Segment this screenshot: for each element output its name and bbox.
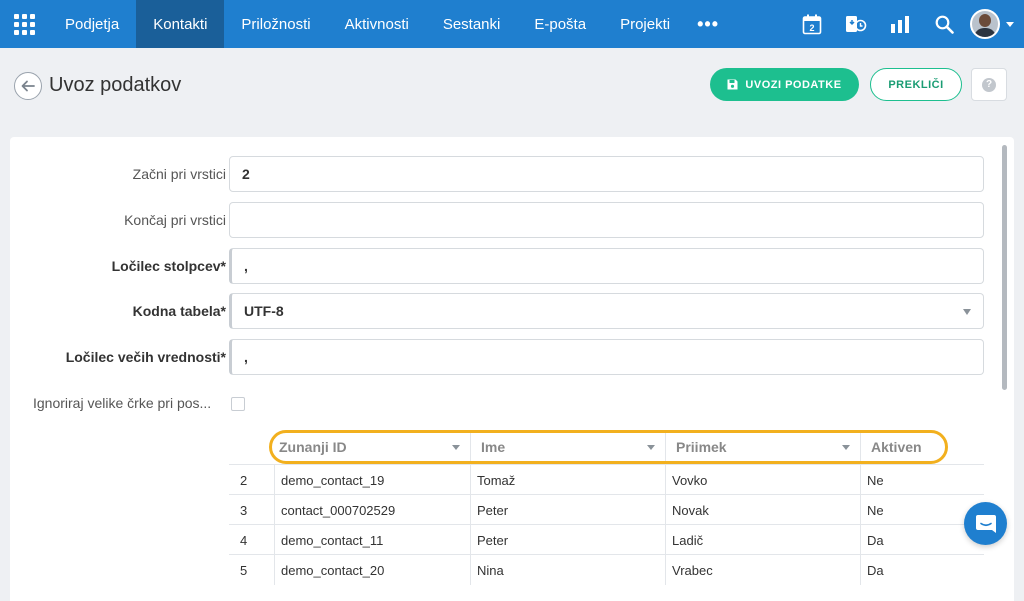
sync-icon (846, 16, 867, 32)
nav-item-priloznosti[interactable]: Priložnosti (224, 0, 327, 48)
column-header-priimek[interactable]: Priimek (666, 430, 861, 464)
import-data-button[interactable]: UVOZI PODATKE (710, 68, 859, 101)
nav-item-sestanki[interactable]: Sestanki (426, 0, 518, 48)
column-header-aktiven[interactable]: Aktiven (861, 430, 948, 464)
apps-grid-icon (13, 13, 35, 35)
nav-item-aktivnosti[interactable]: Aktivnosti (328, 0, 426, 48)
column-header-external-id[interactable]: Zunanji ID (269, 430, 471, 464)
encoding-select[interactable]: UTF-8 (229, 293, 984, 329)
page-title: Uvoz podatkov (49, 74, 182, 96)
cell-external-id: demo_contact_20 (275, 555, 471, 585)
column-header-ime[interactable]: Ime (471, 430, 666, 464)
calendar-day: 2 (809, 23, 814, 33)
chevron-down-icon (842, 445, 850, 450)
cancel-button[interactable]: PREKLIČI (870, 68, 962, 101)
table-row: 2 demo_contact_19 Tomaž Vovko Ne (229, 464, 984, 495)
cell-ime: Nina (471, 555, 666, 585)
cell-external-id: demo_contact_19 (275, 465, 471, 495)
cell-priimek: Novak (666, 495, 861, 525)
page-header: Uvoz podatkov UVOZI PODATKE PREKLIČI ? (0, 48, 1024, 121)
save-icon (727, 79, 738, 90)
calendar-icon: 2 (802, 14, 822, 34)
user-menu[interactable] (966, 0, 1024, 48)
nav-more-button[interactable]: ••• (687, 0, 731, 48)
help-icon: ? (982, 77, 996, 92)
cell-ime: Peter (471, 525, 666, 555)
column-header-label: Aktiven (871, 439, 922, 455)
column-header-label: Priimek (676, 439, 727, 455)
chevron-down-icon (452, 445, 460, 450)
encoding-field-row: Kodna tabela* UTF-8 (10, 293, 1000, 329)
reports-button[interactable] (878, 0, 922, 48)
table-header: Zunanji ID Ime Priimek Aktiven (229, 430, 984, 464)
end-row-field-row: Končaj pri vrstici (10, 202, 1000, 238)
preview-table: Zunanji ID Ime Priimek Aktiven 2 demo_co… (229, 430, 984, 585)
start-row-field-row: Začni pri vrstici 2 (10, 156, 1000, 192)
sync-button[interactable] (834, 0, 878, 48)
encoding-label: Kodna tabela* (132, 303, 226, 319)
back-button[interactable] (14, 72, 42, 100)
chevron-down-icon (963, 309, 971, 315)
import-data-label: UVOZI PODATKE (745, 78, 842, 91)
encoding-value: UTF-8 (244, 303, 284, 319)
ignore-case-label: Ignoriraj velike črke pri pos... (33, 395, 212, 411)
start-row-label: Začni pri vrstici (132, 166, 226, 182)
help-button[interactable]: ? (971, 68, 1007, 101)
multi-value-separator-input[interactable]: , (229, 339, 984, 375)
cell-priimek: Ladič (666, 525, 861, 555)
row-number: 5 (229, 555, 275, 585)
column-separator-label: Ločilec stolpcev* (111, 258, 226, 274)
apps-grid-button[interactable] (0, 0, 48, 48)
calendar-button[interactable]: 2 (790, 0, 834, 48)
end-row-input[interactable] (229, 202, 984, 238)
bar-chart-icon (891, 16, 909, 33)
column-header-label: Zunanji ID (279, 439, 347, 455)
column-header-label: Ime (481, 439, 506, 455)
search-icon (935, 15, 954, 34)
cell-external-id: demo_contact_11 (275, 525, 471, 555)
column-separator-field-row: Ločilec stolpcev* , (10, 248, 1000, 284)
nav-item-podjetja[interactable]: Podjetja (48, 0, 136, 48)
arrow-left-icon (21, 80, 35, 92)
cell-ime: Peter (471, 495, 666, 525)
row-number: 2 (229, 465, 275, 495)
cell-priimek: Vrabec (666, 555, 861, 585)
start-row-input[interactable]: 2 (229, 156, 984, 192)
cell-aktiven: Da (867, 562, 884, 578)
table-row: 4 demo_contact_11 Peter Ladič Da (229, 524, 984, 555)
multi-value-separator-label: Ločilec večih vrednosti* (65, 349, 226, 365)
chevron-down-icon (1006, 21, 1014, 27)
chat-icon (975, 514, 996, 533)
table-row: 5 demo_contact_20 Nina Vrabec Da (229, 554, 984, 585)
cell-external-id: contact_000702529 (275, 495, 471, 525)
column-separator-input[interactable]: , (229, 248, 984, 284)
cell-aktiven: Ne (867, 472, 884, 488)
end-row-label: Končaj pri vrstici (124, 212, 226, 228)
nav-item-projekti[interactable]: Projekti (603, 0, 687, 48)
nav-item-eposta[interactable]: E-pošta (517, 0, 603, 48)
scrollbar-thumb[interactable] (1002, 145, 1007, 390)
chat-button[interactable] (964, 502, 1007, 545)
avatar (970, 9, 1000, 39)
row-number: 3 (229, 495, 275, 525)
nav-item-kontakti[interactable]: Kontakti (136, 0, 225, 48)
import-settings-card: Začni pri vrstici 2 Končaj pri vrstici L… (10, 137, 1014, 601)
table-row: 3 contact_000702529 Peter Novak Ne (229, 494, 984, 525)
search-button[interactable] (922, 0, 966, 48)
cell-ime: Tomaž (471, 465, 666, 495)
chevron-down-icon (647, 445, 655, 450)
multi-value-separator-field-row: Ločilec večih vrednosti* , (10, 339, 1000, 375)
cell-priimek: Vovko (666, 465, 861, 495)
row-number: 4 (229, 525, 275, 555)
top-nav: Podjetja Kontakti Priložnosti Aktivnosti… (0, 0, 1024, 48)
ignore-case-checkbox[interactable] (231, 397, 245, 411)
